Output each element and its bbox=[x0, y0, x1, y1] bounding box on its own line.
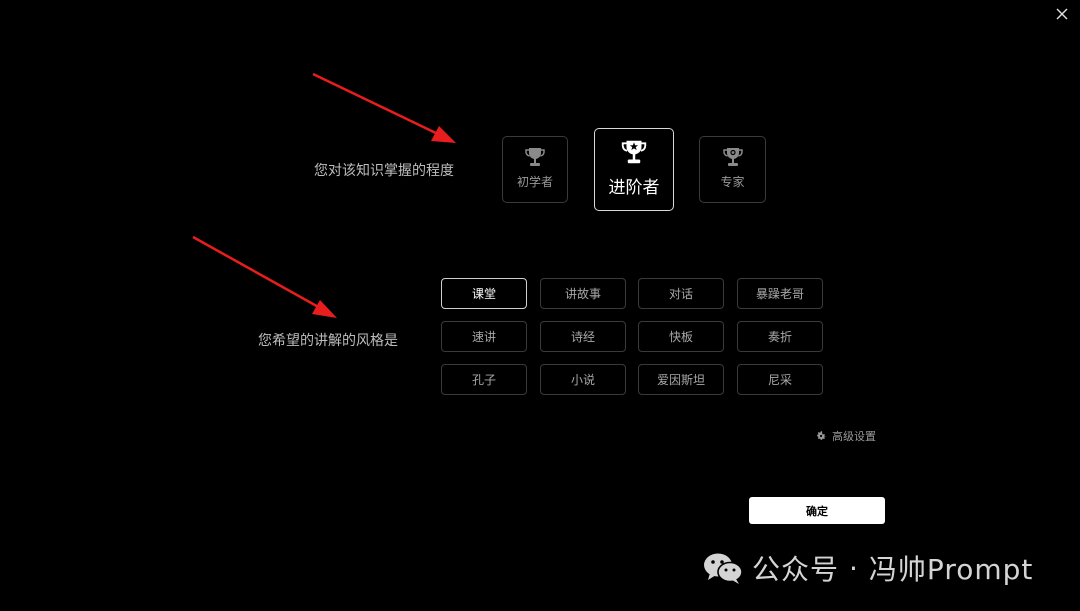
trophy-star-icon bbox=[621, 140, 647, 164]
watermark-prefix: 公众号 bbox=[752, 553, 840, 586]
level-option-expert[interactable]: 专家 bbox=[699, 136, 766, 203]
watermark: 公众号 · 冯帅Prompt bbox=[702, 548, 1033, 588]
level-option-intermediate[interactable]: 进阶者 bbox=[594, 128, 674, 211]
style-option-classroom[interactable]: 课堂 bbox=[441, 278, 527, 309]
close-button[interactable] bbox=[1054, 6, 1070, 22]
style-option-storytelling[interactable]: 讲故事 bbox=[540, 278, 626, 309]
level-option-label: 专家 bbox=[720, 175, 745, 189]
close-icon bbox=[1056, 8, 1068, 20]
confirm-button[interactable]: 确定 bbox=[749, 497, 885, 524]
trophy-medal-icon bbox=[722, 148, 743, 166]
style-option-confucius[interactable]: 孔子 bbox=[441, 364, 527, 395]
style-option-nietzsche[interactable]: 尼采 bbox=[737, 364, 823, 395]
gear-icon bbox=[817, 431, 826, 440]
style-option-shijing[interactable]: 诗经 bbox=[540, 321, 626, 352]
style-option-grumpy-bro[interactable]: 暴躁老哥 bbox=[737, 278, 823, 309]
level-prompt: 您对该知识掌握的程度 bbox=[314, 163, 454, 179]
watermark-separator: · bbox=[849, 551, 859, 585]
advanced-settings-label: 高级设置 bbox=[832, 430, 876, 443]
style-option-speed[interactable]: 速讲 bbox=[441, 321, 527, 352]
level-option-label: 进阶者 bbox=[608, 178, 660, 198]
level-option-beginner[interactable]: 初学者 bbox=[502, 136, 568, 203]
trophy-icon bbox=[525, 148, 545, 166]
wechat-icon bbox=[704, 553, 743, 584]
style-option-kuaiban[interactable]: 快板 bbox=[638, 321, 724, 352]
style-option-memorial[interactable]: 奏折 bbox=[737, 321, 823, 352]
level-option-label: 初学者 bbox=[516, 175, 553, 189]
style-option-einstein[interactable]: 爱因斯坦 bbox=[638, 364, 724, 395]
watermark-name: 冯帅Prompt bbox=[868, 553, 1034, 586]
style-option-dialogue[interactable]: 对话 bbox=[638, 278, 724, 309]
advanced-settings-link[interactable]: 高级设置 bbox=[815, 428, 876, 444]
style-option-novel[interactable]: 小说 bbox=[540, 364, 626, 395]
style-prompt: 您希望的讲解的风格是 bbox=[258, 333, 398, 349]
